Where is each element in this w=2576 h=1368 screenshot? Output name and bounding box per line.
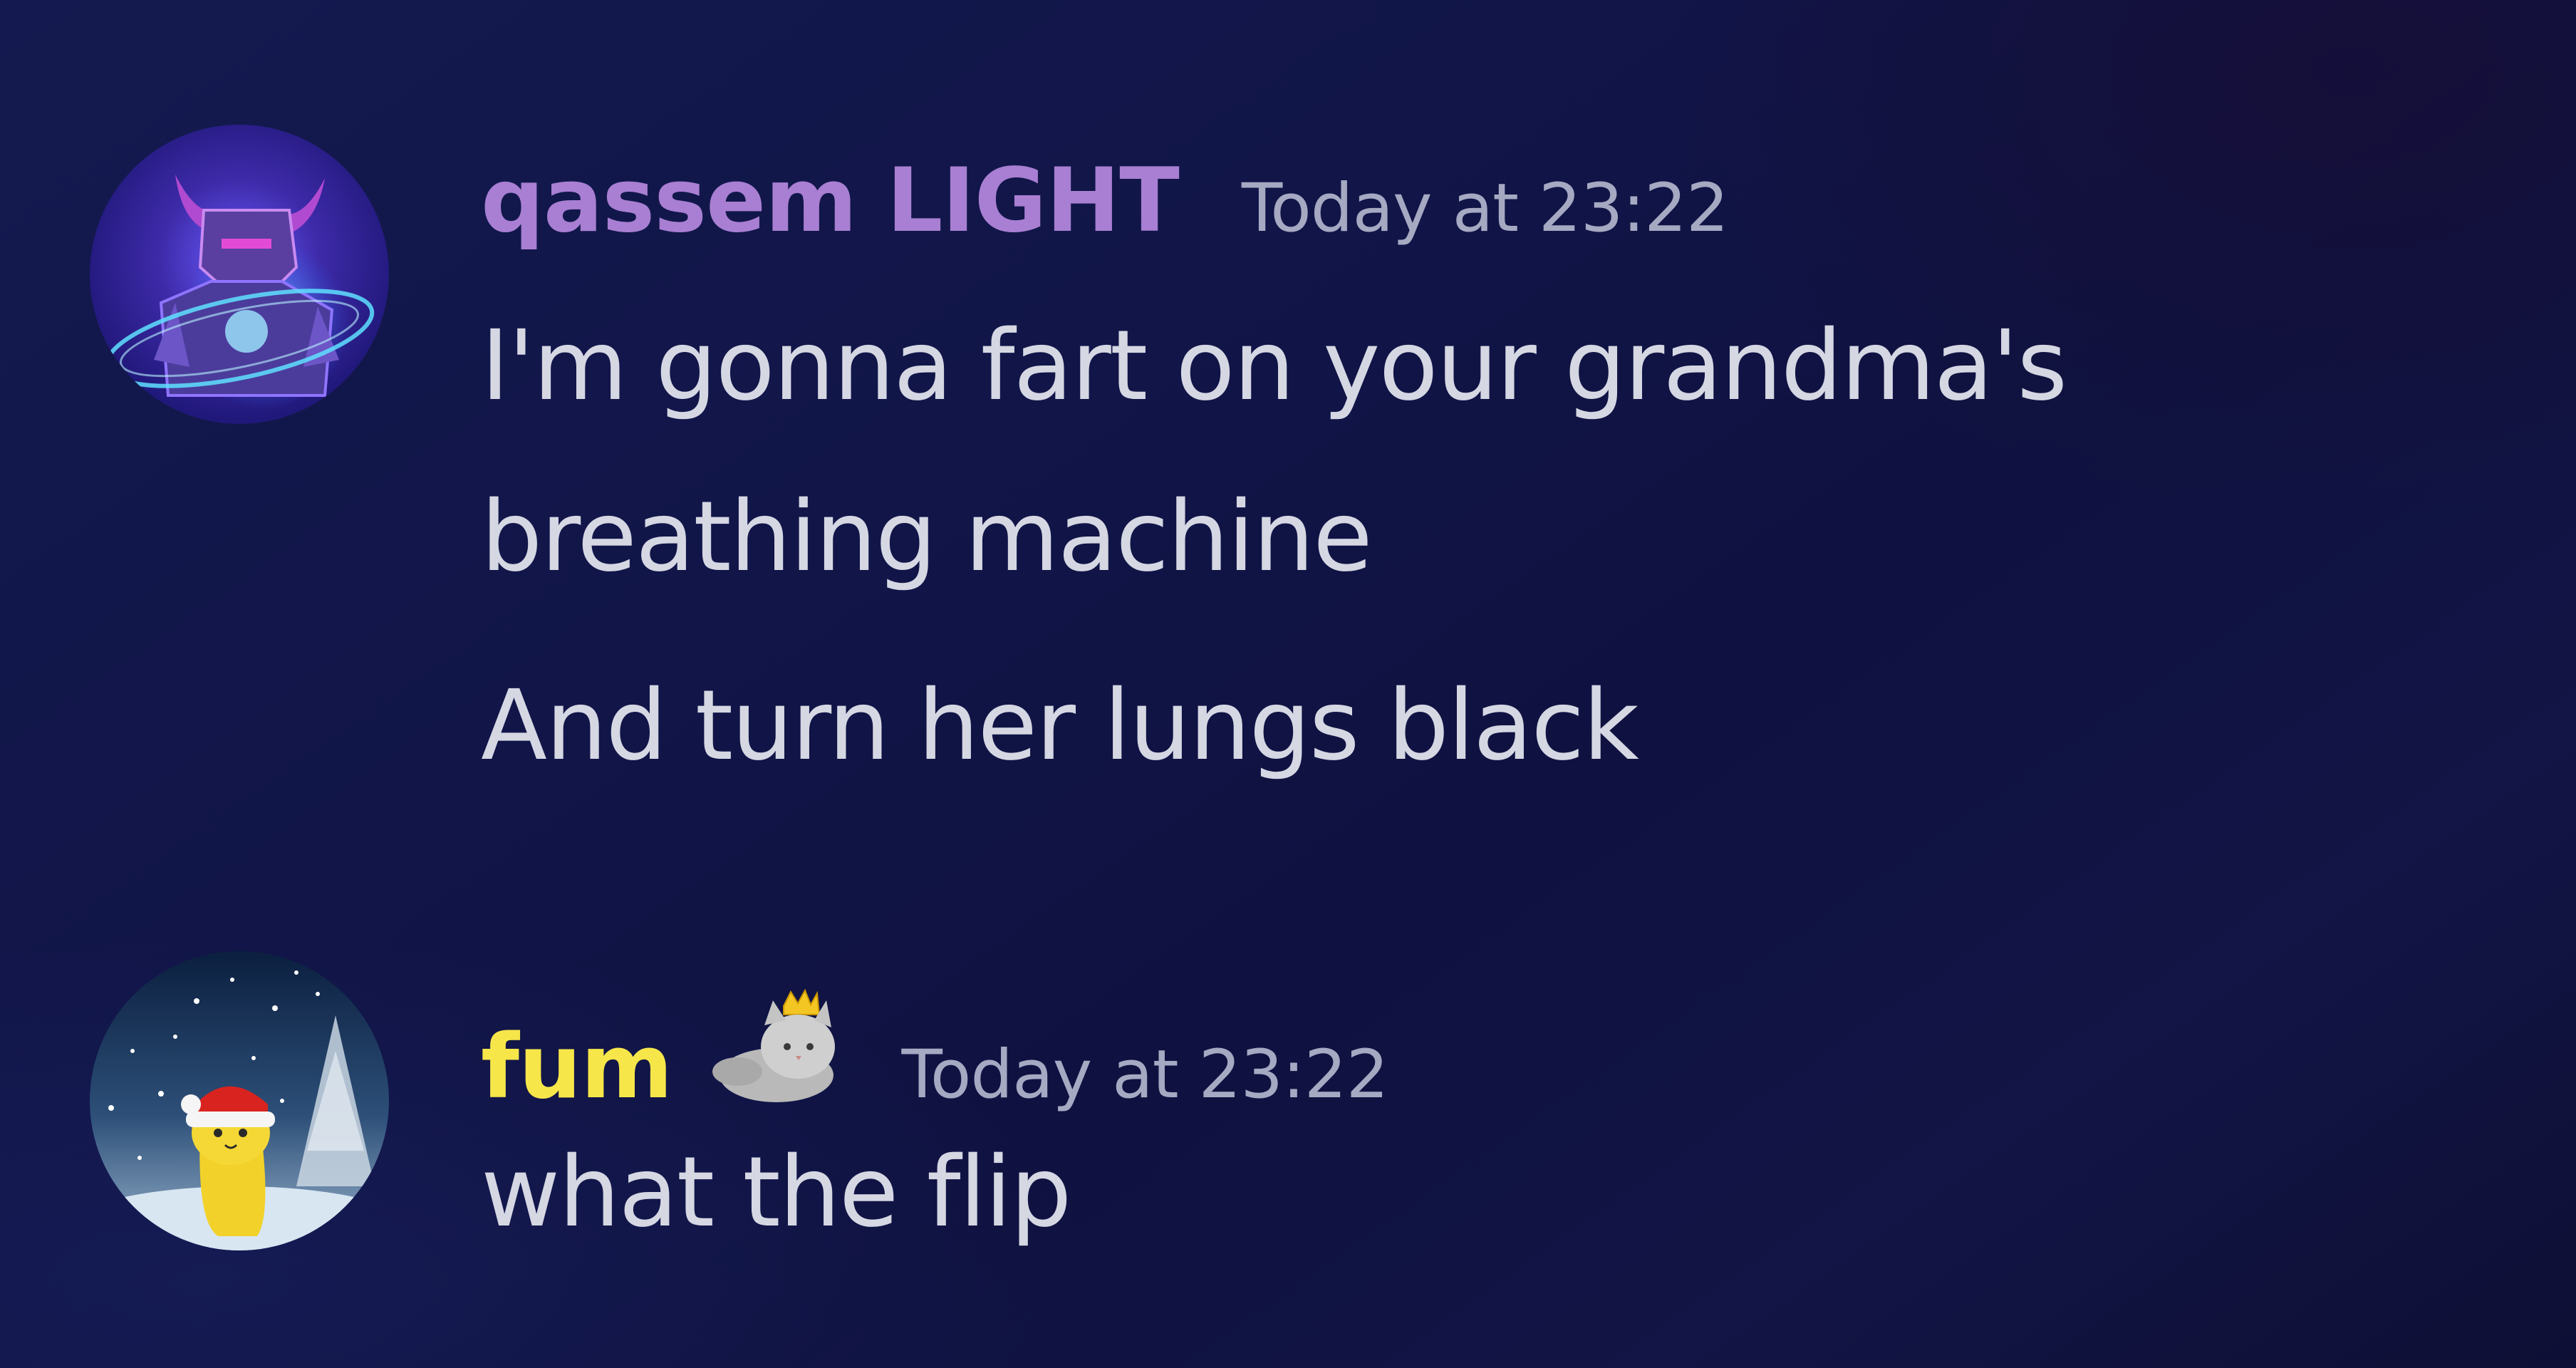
message-timestamp: Today at 23:22 [1241, 170, 1729, 247]
message-header: fum Today at 23:22 [481, 976, 1388, 1119]
crowned-cat-icon[interactable] [709, 986, 851, 1107]
user-avatar[interactable] [90, 951, 389, 1250]
banana-cat-santa-hat-avatar-icon [90, 951, 389, 1250]
user-avatar[interactable] [90, 125, 389, 424]
message-text-line: what the flip [481, 1136, 1072, 1249]
message-text-line: And turn her lungs black [481, 670, 1639, 782]
username[interactable]: fum [481, 1016, 672, 1119]
username[interactable]: qassem LIGHT [481, 150, 1180, 252]
chat-message-list: qassem LIGHT Today at 23:22 I'm gonna fa… [0, 0, 2576, 1368]
message-timestamp: Today at 23:22 [901, 1036, 1388, 1114]
message-text-line: I'm gonna fart on your grandma's [481, 310, 2067, 423]
armored-knight-avatar-icon [90, 125, 389, 424]
message-text-line: breathing machine [481, 481, 1373, 594]
crowned-cat-icon-graphic [712, 988, 836, 1102]
message-header: qassem LIGHT Today at 23:22 [481, 150, 1729, 256]
